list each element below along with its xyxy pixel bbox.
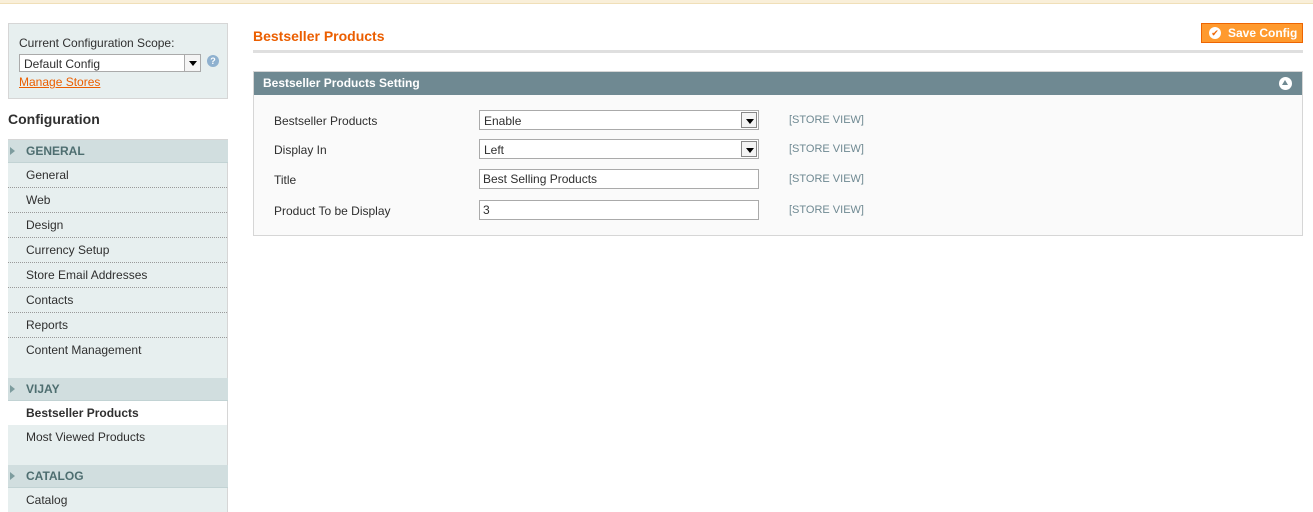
nav-list-vijay: Bestseller Products Most Viewed Products	[8, 401, 228, 449]
sidebar-item-general[interactable]: General	[8, 163, 227, 188]
sidebar-item-content-management[interactable]: Content Management	[8, 338, 227, 362]
sidebar: Current Configuration Scope: Default Con…	[8, 23, 228, 512]
bestseller-products-select[interactable]: Enable	[479, 110, 759, 130]
checkmark-icon: ✔	[1209, 27, 1221, 39]
product-count-input[interactable]	[479, 200, 759, 220]
sidebar-item-currency-setup[interactable]: Currency Setup	[8, 238, 227, 263]
nav-list-general: General Web Design Currency Setup Store …	[8, 163, 228, 362]
top-border	[0, 0, 1313, 4]
store-view-tag: [STORE VIEW]	[789, 143, 864, 155]
sidebar-item-web[interactable]: Web	[8, 188, 227, 213]
title-divider	[253, 50, 1303, 53]
store-view-tag: [STORE VIEW]	[789, 173, 864, 185]
sidebar-item-contacts[interactable]: Contacts	[8, 288, 227, 313]
section-header[interactable]: Bestseller Products Setting	[254, 72, 1302, 95]
field-label: Title	[274, 173, 297, 187]
scope-switcher: Current Configuration Scope: Default Con…	[8, 23, 228, 99]
save-config-label: Save Config	[1228, 26, 1298, 40]
save-config-button[interactable]: ✔ Save Config	[1201, 23, 1303, 43]
sidebar-item-catalog[interactable]: Catalog	[8, 488, 227, 512]
field-label: Product To be Display	[274, 204, 391, 218]
chevron-down-icon[interactable]	[741, 141, 757, 157]
group-catalog[interactable]: CATALOG	[8, 465, 228, 488]
nav-spacer	[8, 362, 228, 378]
title-input[interactable]	[479, 169, 759, 189]
scope-select-value: Default Config	[24, 57, 101, 71]
field-row-display-in: Display In Left [STORE VIEW]	[274, 139, 1274, 161]
sidebar-item-reports[interactable]: Reports	[8, 313, 227, 338]
collapse-icon[interactable]	[1279, 77, 1292, 90]
nav-list-catalog: Catalog	[8, 488, 228, 512]
field-label: Bestseller Products	[274, 114, 378, 128]
field-row-bestseller-products: Bestseller Products Enable [STORE VIEW]	[274, 110, 1274, 132]
group-general[interactable]: GENERAL	[8, 140, 228, 163]
page-title: Bestseller Products	[253, 28, 385, 44]
chevron-down-icon[interactable]	[741, 112, 757, 128]
configuration-title: Configuration	[8, 99, 228, 140]
display-in-select[interactable]: Left	[479, 139, 759, 159]
group-vijay[interactable]: VIJAY	[8, 378, 228, 401]
sidebar-item-bestseller-products[interactable]: Bestseller Products	[8, 401, 227, 425]
select-value: Enable	[484, 114, 522, 128]
store-view-tag: [STORE VIEW]	[789, 204, 864, 216]
chevron-down-icon[interactable]	[184, 55, 200, 71]
nav-spacer	[8, 449, 228, 465]
field-label: Display In	[274, 143, 327, 157]
scope-label: Current Configuration Scope:	[19, 36, 175, 50]
section-title: Bestseller Products Setting	[263, 76, 420, 90]
field-row-title: Title [STORE VIEW]	[274, 169, 1274, 191]
sidebar-item-store-email-addresses[interactable]: Store Email Addresses	[8, 263, 227, 288]
help-icon[interactable]: ?	[207, 55, 219, 67]
settings-fieldset: Bestseller Products Setting Bestseller P…	[253, 71, 1303, 236]
sidebar-item-design[interactable]: Design	[8, 213, 227, 238]
manage-stores-link[interactable]: Manage Stores	[19, 75, 100, 89]
select-value: Left	[484, 143, 505, 157]
scope-select[interactable]: Default Config	[19, 54, 201, 72]
sidebar-item-most-viewed-products[interactable]: Most Viewed Products	[8, 425, 227, 449]
store-view-tag: [STORE VIEW]	[789, 114, 864, 126]
field-row-product-count: Product To be Display [STORE VIEW]	[274, 200, 1274, 222]
